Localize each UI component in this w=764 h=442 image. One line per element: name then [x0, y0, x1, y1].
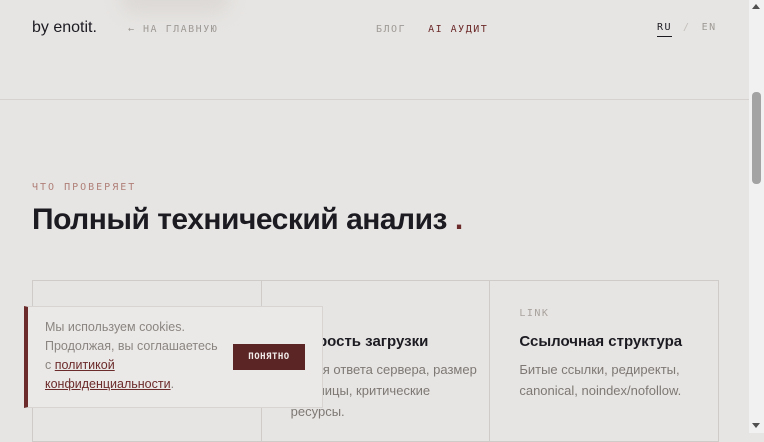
- card-description: Битые ссылки, редиректы, canonical, noin…: [519, 362, 682, 398]
- cookie-text-after: .: [170, 377, 175, 391]
- section-title-text: Полный технический анализ: [32, 203, 447, 236]
- section-title-dot: .: [454, 203, 463, 236]
- logo-text: by enotit: [32, 19, 93, 36]
- language-switcher: RU / EN: [657, 22, 717, 37]
- card-code: LINK: [519, 308, 550, 319]
- nav-ai-audit-link[interactable]: AI АУДИТ: [428, 24, 488, 35]
- lang-ru-button[interactable]: RU: [657, 22, 673, 37]
- lang-separator: /: [683, 22, 691, 33]
- main-nav: БЛОГ AI АУДИТ: [376, 24, 488, 35]
- nav-blog-link[interactable]: БЛОГ: [376, 24, 406, 35]
- cookie-text: Мы используем cookies. Продолжая, вы сог…: [45, 318, 225, 394]
- section-eyebrow: ЧТО ПРОВЕРЯЕТ: [32, 182, 137, 193]
- logo[interactable]: by enotit.: [32, 19, 97, 37]
- scroll-down-arrow-icon[interactable]: [752, 423, 760, 428]
- cookie-banner: Мы используем cookies. Продолжая, вы сог…: [24, 306, 323, 408]
- card-title: Ссылочная структура: [519, 333, 683, 350]
- back-to-home-link[interactable]: ← НА ГЛАВНУЮ: [128, 24, 218, 35]
- page-scrollbar[interactable]: [749, 0, 764, 433]
- accept-cookies-button[interactable]: ПОНЯТНО: [233, 344, 305, 370]
- lang-en-button[interactable]: EN: [702, 22, 717, 37]
- site-header: by enotit. ← НА ГЛАВНУЮ БЛОГ AI АУДИТ RU…: [0, 0, 749, 100]
- feature-card-links: LINK Ссылочная структура Битые ссылки, р…: [490, 281, 718, 441]
- privacy-policy-link[interactable]: политикой конфиденциальности: [45, 358, 171, 391]
- section-title: Полный технический анализ .: [32, 203, 463, 237]
- logo-dot: .: [92, 19, 97, 36]
- blurred-decoration: [120, 0, 230, 14]
- scrollbar-thumb[interactable]: [752, 92, 761, 184]
- scroll-up-arrow-icon[interactable]: [752, 4, 760, 9]
